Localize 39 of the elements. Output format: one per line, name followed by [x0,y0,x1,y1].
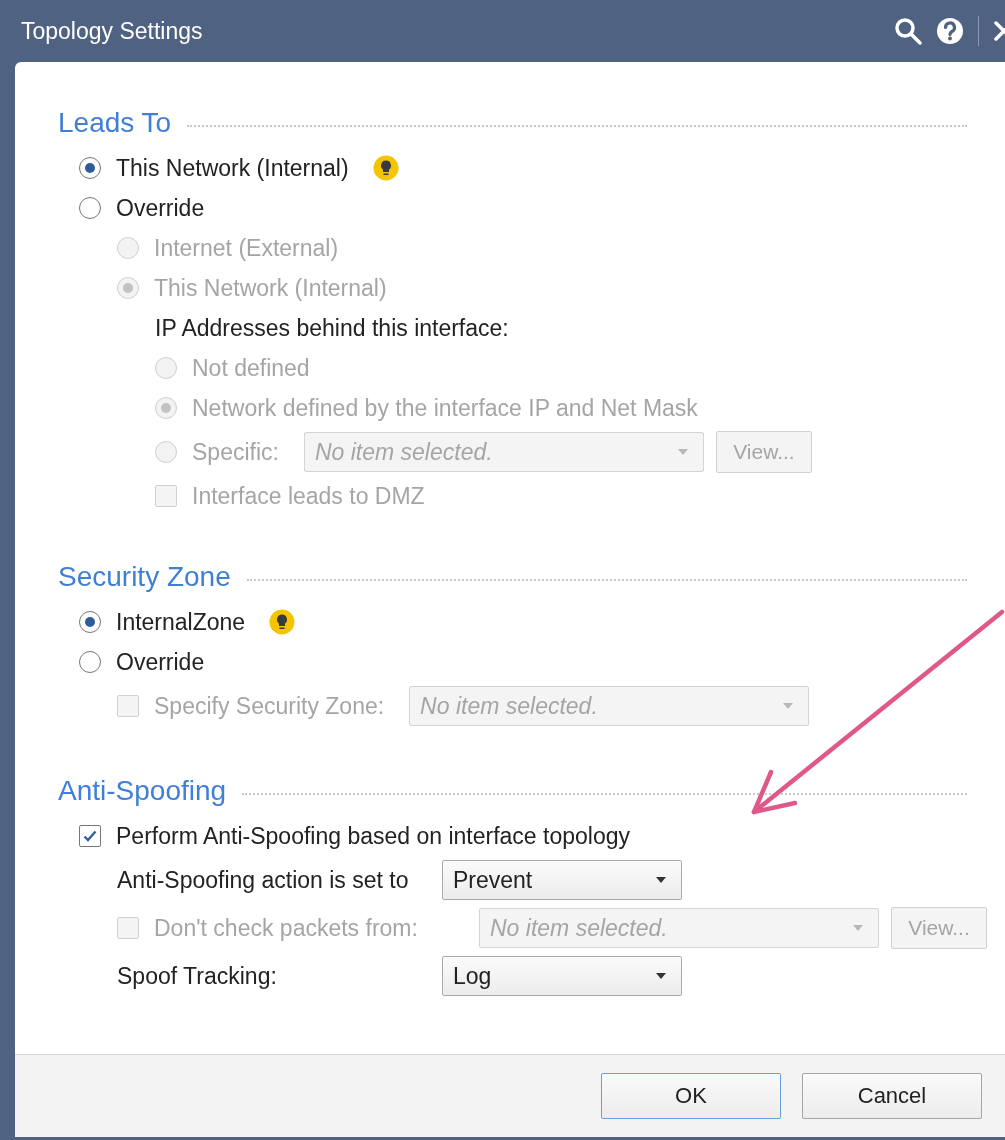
option-label: Internet (External) [154,234,339,262]
field-label: IP Addresses behind this interface: [155,314,509,342]
caret-icon [852,924,864,932]
option-label: Don't check packets from: [154,914,419,942]
caret-icon [655,876,667,884]
section-heading: Anti-Spoofing [58,775,227,807]
ok-button[interactable]: OK [601,1073,781,1119]
caret-icon [782,702,795,710]
option-label: Not defined [192,354,310,382]
search-icon[interactable] [894,17,922,45]
option-label: Specific: [192,438,279,466]
field-label: Spoof Tracking: [117,962,278,990]
option-label: Specify Security Zone: [154,692,385,720]
dropdown-field[interactable]: Prevent [442,860,682,900]
option-label: Network defined by the interface IP and Net Mask [192,394,698,422]
cancel-button[interactable]: Cancel [802,1073,982,1119]
option-label: Override [116,648,205,676]
caret-icon [676,448,689,456]
lightbulb-icon[interactable] [372,155,399,181]
section-heading: Leads To [58,107,172,139]
dropdown-field[interactable]: Log [442,956,682,996]
option-label: InternalZone [116,608,246,636]
option-label: This Network (Internal) [154,274,387,302]
radio-button[interactable] [79,197,101,219]
option-label: Interface leads to DMZ [192,482,425,510]
radio-button[interactable] [79,157,101,179]
section-heading: Security Zone [58,561,231,593]
field-label: Anti-Spoofing action is set to [117,866,410,894]
option-label: Override [116,194,205,222]
checkmark-icon [82,828,98,844]
help-icon[interactable] [936,17,964,45]
lightbulb-icon[interactable] [269,609,296,635]
option-label: Perform Anti-Spoofing based on interface topology [116,822,630,850]
window-title: Topology Settings [20,17,203,45]
checkbox[interactable] [79,825,101,847]
radio-button[interactable] [79,651,101,673]
radio-button[interactable] [79,611,101,633]
caret-icon [655,972,667,980]
option-label: This Network (Internal) [116,154,349,182]
